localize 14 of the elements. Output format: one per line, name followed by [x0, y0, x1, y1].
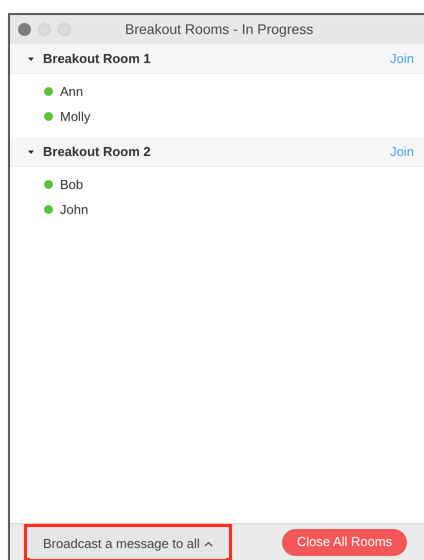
- room-name: Breakout Room 1: [43, 50, 151, 68]
- participant-name: Molly: [60, 108, 90, 126]
- broadcast-button[interactable]: Broadcast a message to all: [30, 528, 226, 559]
- participant-name: Bob: [60, 176, 84, 194]
- disclosure-triangle-icon[interactable]: [27, 148, 35, 156]
- room-header[interactable]: Breakout Room 2 Join: [10, 137, 424, 167]
- participant-name: Ann: [60, 82, 84, 101]
- window-title: Breakout Rooms - In Progress: [125, 20, 314, 39]
- caret-icon: [204, 540, 213, 546]
- room-name: Breakout Room 2: [43, 142, 151, 161]
- disclosure-triangle-icon[interactable]: [27, 54, 35, 62]
- close-window-icon[interactable]: [18, 23, 31, 36]
- participant-name: John: [60, 200, 88, 219]
- room-header[interactable]: Breakout Room 1 Join: [10, 44, 424, 74]
